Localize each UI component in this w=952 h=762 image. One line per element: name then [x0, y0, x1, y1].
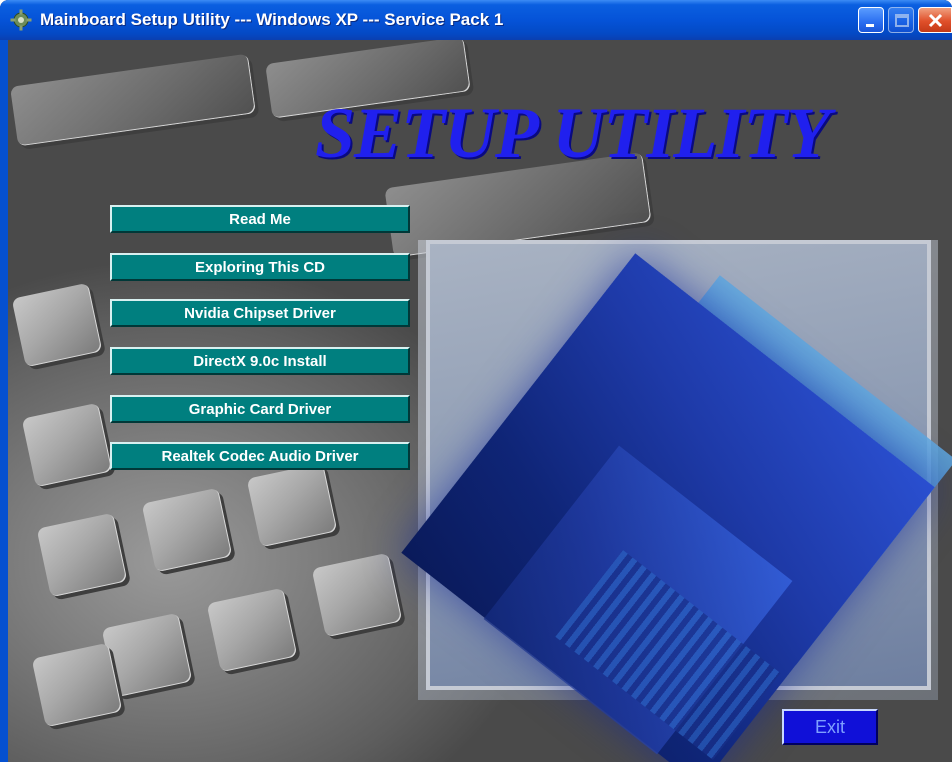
app-window: Mainboard Setup Utility --- Windows XP -… [0, 0, 952, 762]
directx-install-button[interactable]: DirectX 9.0c Install [110, 347, 410, 375]
close-icon [928, 13, 943, 28]
read-me-button[interactable]: Read Me [110, 205, 410, 233]
exit-button[interactable]: Exit [782, 709, 878, 745]
minimize-button[interactable] [858, 7, 884, 33]
title-bar[interactable]: Mainboard Setup Utility --- Windows XP -… [0, 0, 952, 40]
realtek-audio-driver-button[interactable]: Realtek Codec Audio Driver [110, 442, 410, 470]
exploring-cd-button[interactable]: Exploring This CD [110, 253, 410, 281]
minimize-icon [866, 24, 874, 27]
window-title: Mainboard Setup Utility --- Windows XP -… [40, 10, 504, 29]
maximize-button[interactable] [888, 7, 914, 33]
graphic-card-driver-button[interactable]: Graphic Card Driver [110, 395, 410, 423]
close-button[interactable] [918, 7, 952, 33]
nvidia-chipset-driver-button[interactable]: Nvidia Chipset Driver [110, 299, 410, 327]
window-frame-left [0, 40, 8, 762]
maximize-icon [895, 14, 909, 27]
setup-utility-banner: SETUP UTILITY [315, 93, 830, 173]
gear-icon[interactable] [10, 9, 32, 31]
